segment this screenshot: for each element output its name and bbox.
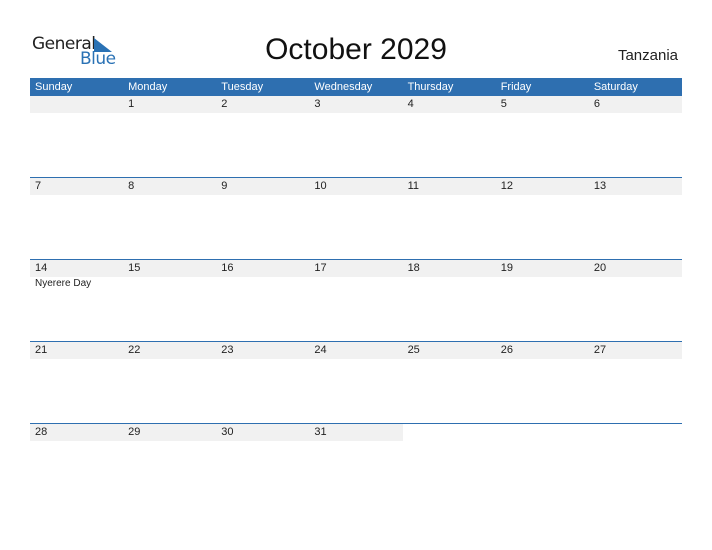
date-band: 14 15 16 17 18 19 20 bbox=[30, 260, 682, 277]
day-number: 17 bbox=[314, 262, 327, 274]
day-event bbox=[589, 113, 682, 114]
day-event bbox=[403, 195, 496, 196]
day-number: 11 bbox=[407, 180, 419, 192]
week-row: 28 29 30 31 bbox=[30, 423, 682, 505]
day-number: 16 bbox=[221, 262, 234, 274]
day-number: 3 bbox=[314, 98, 321, 110]
day-event bbox=[216, 359, 309, 360]
day-event bbox=[309, 113, 402, 114]
day-event bbox=[589, 195, 682, 196]
day-event bbox=[216, 277, 309, 289]
event-band bbox=[30, 359, 682, 360]
day-number: 30 bbox=[221, 426, 234, 438]
day-number: 1 bbox=[128, 98, 135, 110]
date-band: 1 2 3 4 5 6 bbox=[30, 96, 682, 113]
day-number: 7 bbox=[35, 180, 42, 192]
day-event bbox=[216, 113, 309, 114]
day-event bbox=[496, 277, 589, 289]
day-event bbox=[123, 113, 216, 114]
day-number: 4 bbox=[407, 98, 414, 110]
day-number: 10 bbox=[314, 180, 327, 192]
day-event bbox=[589, 441, 682, 442]
weekday-tuesday: Tuesday bbox=[221, 81, 264, 93]
weekday-friday: Friday bbox=[500, 81, 532, 93]
day-event bbox=[496, 441, 589, 442]
day-number: 5 bbox=[500, 98, 507, 110]
day-number: 21 bbox=[35, 344, 48, 356]
day-event: Nyerere Day bbox=[35, 278, 92, 289]
day-event bbox=[496, 359, 589, 360]
day-event bbox=[123, 359, 216, 360]
day-number: 28 bbox=[35, 426, 48, 438]
day-event bbox=[403, 359, 496, 360]
calendar-title: October 2029 bbox=[265, 33, 447, 66]
weekday-saturday: Saturday bbox=[593, 81, 638, 93]
day-event bbox=[30, 359, 123, 360]
day-number: 22 bbox=[128, 344, 141, 356]
day-event bbox=[216, 195, 309, 196]
day-number: 25 bbox=[407, 344, 420, 356]
weekday-header: Sunday Monday Tuesday Wednesday Thursday… bbox=[30, 78, 682, 96]
event-band bbox=[30, 113, 682, 114]
day-number: 20 bbox=[593, 262, 607, 274]
day-event bbox=[589, 359, 682, 360]
day-event bbox=[589, 277, 682, 289]
day-event bbox=[123, 195, 216, 196]
day-number bbox=[588, 424, 682, 441]
event-band bbox=[30, 441, 682, 442]
week-row: 14 15 16 17 18 19 20 Nyerere Day bbox=[30, 259, 682, 341]
day-event bbox=[309, 359, 402, 360]
day-number: 23 bbox=[221, 344, 234, 356]
day-event bbox=[30, 195, 123, 196]
weekday-sunday: Sunday bbox=[35, 81, 73, 93]
day-event bbox=[309, 277, 402, 289]
day-event bbox=[403, 113, 496, 114]
day-number: 26 bbox=[500, 344, 513, 356]
day-event bbox=[309, 441, 402, 442]
day-number bbox=[30, 96, 123, 113]
day-event bbox=[30, 441, 123, 442]
weekday-wednesday: Wednesday bbox=[314, 81, 373, 93]
day-event bbox=[403, 441, 496, 442]
day-event bbox=[123, 441, 216, 442]
event-band bbox=[30, 195, 682, 196]
date-band: 7 8 9 10 11 12 13 bbox=[30, 178, 682, 195]
day-number: 15 bbox=[128, 262, 141, 274]
date-band: 21 22 23 24 25 26 27 bbox=[30, 342, 682, 359]
week-row: 1 2 3 4 5 6 bbox=[30, 96, 682, 177]
day-number: 9 bbox=[221, 180, 228, 192]
weekday-thursday: Thursday bbox=[407, 81, 454, 93]
day-number: 14 bbox=[35, 262, 48, 274]
day-event bbox=[309, 195, 402, 196]
day-number: 31 bbox=[314, 426, 327, 438]
day-number: 29 bbox=[128, 426, 141, 438]
day-event bbox=[496, 113, 589, 114]
day-number: 13 bbox=[593, 180, 607, 192]
day-number: 27 bbox=[593, 344, 607, 356]
day-number: 19 bbox=[500, 262, 513, 274]
day-number: 12 bbox=[500, 180, 513, 192]
calendar-grid: Sunday Monday Tuesday Wednesday Thursday… bbox=[30, 78, 682, 505]
day-number: 2 bbox=[221, 98, 228, 110]
day-event bbox=[123, 277, 216, 289]
day-number: 18 bbox=[407, 262, 420, 274]
day-event bbox=[403, 277, 496, 289]
day-number bbox=[495, 424, 589, 441]
date-band: 28 29 30 31 bbox=[30, 424, 682, 441]
day-event bbox=[30, 113, 123, 114]
weekday-monday: Monday bbox=[128, 81, 168, 93]
event-band: Nyerere Day bbox=[30, 277, 682, 289]
week-row: 7 8 9 10 11 12 13 bbox=[30, 177, 682, 259]
day-number: 24 bbox=[314, 344, 327, 356]
day-event bbox=[216, 441, 309, 442]
day-number: 6 bbox=[593, 98, 600, 110]
day-number: 8 bbox=[128, 180, 135, 192]
day-number bbox=[402, 424, 496, 441]
week-row: 21 22 23 24 25 26 27 bbox=[30, 341, 682, 423]
day-event bbox=[496, 195, 589, 196]
country-label: Tanzania bbox=[617, 47, 678, 64]
